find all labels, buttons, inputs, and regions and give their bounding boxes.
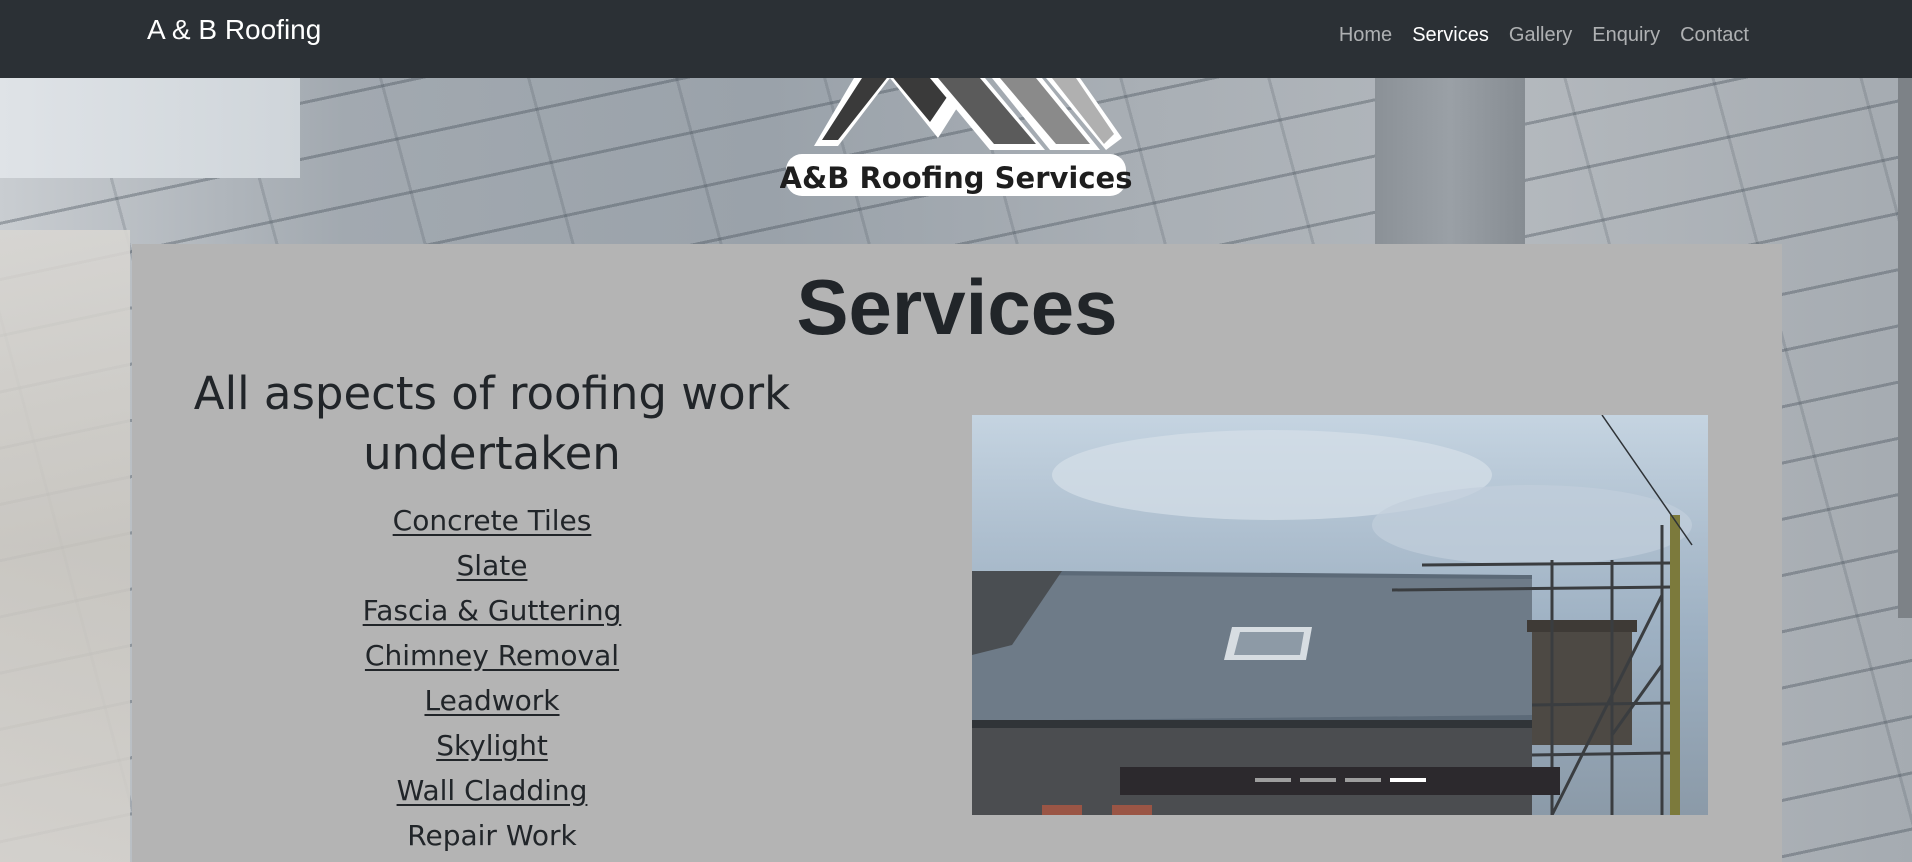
nav-contact[interactable]: Contact — [1670, 24, 1759, 47]
carousel-slide-image — [972, 415, 1693, 815]
nav-links: Home Services Gallery Enquiry Contact — [1329, 24, 1759, 47]
service-link-concrete-tiles[interactable]: Concrete Tiles — [393, 504, 592, 537]
image-carousel[interactable] — [972, 415, 1708, 815]
company-logo: A&B Roofing Services — [780, 78, 1132, 196]
service-link-wall-cladding[interactable]: Wall Cladding — [397, 774, 588, 807]
services-panel: Services All aspects of roofing work und… — [132, 244, 1782, 862]
service-link-skylight[interactable]: Skylight — [436, 729, 548, 762]
list-item: Fascia & Guttering — [192, 588, 792, 633]
service-repair-work: Repair Work — [407, 819, 577, 852]
service-link-chimney-removal[interactable]: Chimney Removal — [365, 639, 619, 672]
background-chimney — [1375, 78, 1525, 248]
services-column: All aspects of roofing work undertaken C… — [192, 364, 792, 858]
page-title: Services — [796, 263, 1118, 351]
background-walkway — [0, 230, 130, 862]
carousel-indicator-4[interactable] — [1390, 778, 1426, 782]
services-list: Concrete Tiles Slate Fascia & Guttering … — [192, 498, 792, 858]
carousel-indicator-bar — [1120, 767, 1560, 795]
carousel-indicators — [1255, 778, 1426, 782]
carousel-indicator-3[interactable] — [1345, 778, 1381, 782]
background-sky — [0, 78, 300, 178]
background-edge — [1898, 78, 1912, 618]
carousel-indicator-2[interactable] — [1300, 778, 1336, 782]
nav-gallery[interactable]: Gallery — [1499, 24, 1582, 47]
service-link-fascia-guttering[interactable]: Fascia & Guttering — [363, 594, 622, 627]
service-link-leadwork[interactable]: Leadwork — [424, 684, 559, 717]
nav-home[interactable]: Home — [1329, 24, 1402, 47]
carousel-indicator-1[interactable] — [1255, 778, 1291, 782]
service-link-slate[interactable]: Slate — [457, 549, 528, 582]
nav-services[interactable]: Services — [1402, 24, 1499, 47]
logo-text: A&B Roofing Services — [780, 161, 1132, 195]
list-item: Slate — [192, 543, 792, 588]
brand-link[interactable]: A & B Roofing — [147, 14, 321, 46]
list-item: Repair Work — [192, 813, 792, 858]
list-item: Wall Cladding — [192, 768, 792, 813]
list-item: Skylight — [192, 723, 792, 768]
navbar: A & B Roofing Home Services Gallery Enqu… — [0, 0, 1912, 78]
list-item: Chimney Removal — [192, 633, 792, 678]
list-item: Concrete Tiles — [192, 498, 792, 543]
list-item: Leadwork — [192, 678, 792, 723]
services-subtitle: All aspects of roofing work undertaken — [193, 367, 791, 480]
nav-enquiry[interactable]: Enquiry — [1582, 24, 1670, 47]
